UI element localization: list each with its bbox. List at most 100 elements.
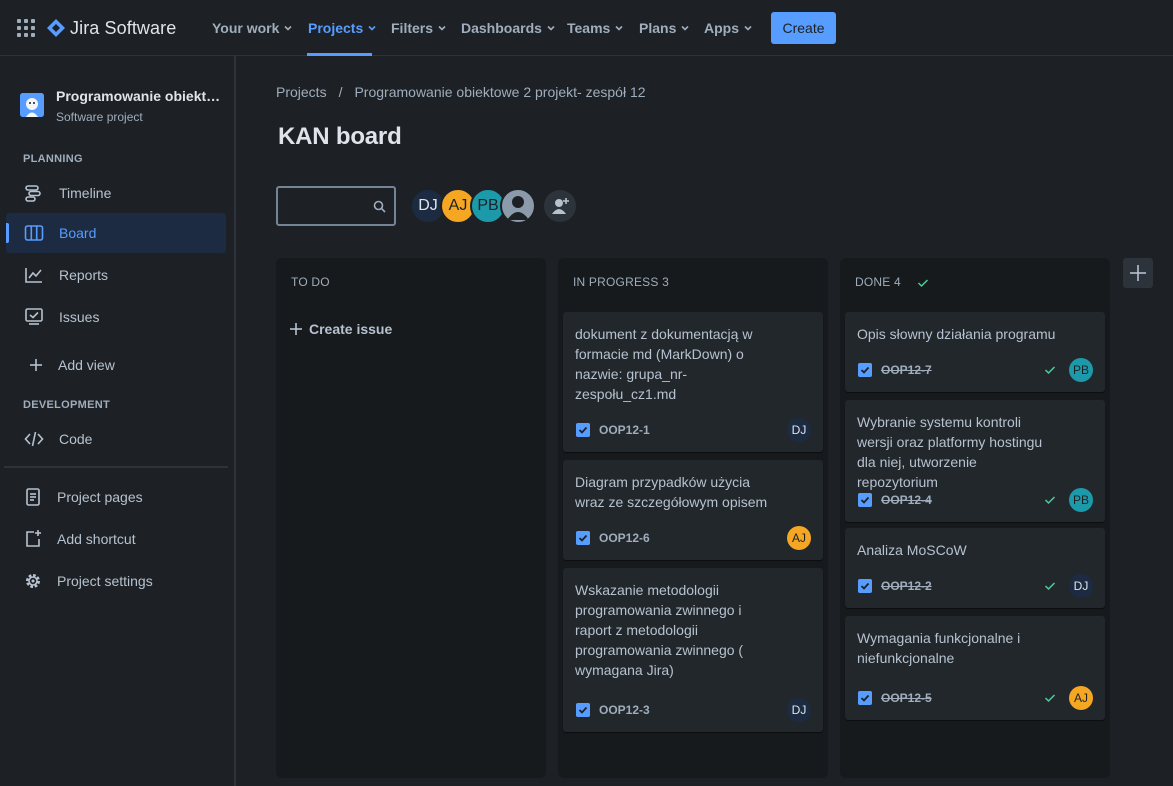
checkmark-icon	[1044, 694, 1056, 703]
assignee-avatar[interactable]: AJ	[1069, 686, 1093, 710]
sidebar-item-add-view[interactable]: Add view	[6, 345, 226, 385]
sidebar-item-label: Board	[59, 225, 97, 241]
sidebar-item-label: Issues	[59, 309, 100, 325]
chevron-down-icon	[547, 25, 555, 31]
page-icon	[26, 488, 40, 506]
issue-footer: OOP12-6 AJ	[575, 526, 811, 550]
top-navigation: Jira Software Your work Projects Filters…	[0, 0, 1173, 56]
board-search[interactable]	[276, 186, 396, 226]
create-issue-button[interactable]: Create issue	[290, 321, 392, 337]
nav-projects[interactable]: Projects	[308, 18, 376, 38]
chevron-down-icon	[681, 25, 689, 31]
nav-plans[interactable]: Plans	[639, 18, 689, 38]
gear-icon	[26, 574, 40, 588]
avatar-initials: DJ	[418, 197, 438, 214]
column-in-progress: IN PROGRESS 3 dokument z dokumentacją w …	[558, 258, 828, 778]
nav-your-work[interactable]: Your work	[212, 18, 292, 38]
nav-teams[interactable]: Teams	[567, 18, 623, 38]
add-person-icon	[552, 198, 569, 214]
issue-key[interactable]: OOP12-2	[881, 578, 932, 594]
assignee-avatar[interactable]: DJ	[1069, 574, 1093, 598]
nav-label: Plans	[639, 20, 677, 36]
issue-summary: Wymagania funkcjonalne i niefunkcjonalne	[857, 630, 1021, 666]
task-type-icon	[576, 531, 590, 545]
sidebar-item-issues[interactable]: Issues	[6, 297, 226, 337]
assignee-avatar[interactable]: PB	[1069, 358, 1093, 382]
sidebar-item-board[interactable]: Board	[6, 213, 226, 253]
issue-footer: OOP12-3 DJ	[575, 698, 811, 722]
nav-label: Apps	[704, 20, 739, 36]
code-icon	[24, 431, 44, 447]
board-icon	[24, 225, 44, 241]
task-type-icon	[858, 691, 872, 705]
issue-key[interactable]: OOP12-3	[599, 702, 650, 718]
issue-footer: OOP12-1 DJ	[575, 418, 811, 442]
issue-card[interactable]: Wymagania funkcjonalne i niefunkcjonalne…	[845, 616, 1105, 720]
project-type: Software project	[56, 110, 143, 124]
avatar-filter-unassigned[interactable]	[500, 188, 536, 224]
issue-card[interactable]: Opis słowny działania programu OOP12-7 P…	[845, 312, 1105, 392]
issue-key[interactable]: OOP12-6	[599, 530, 650, 546]
plus-icon	[1130, 265, 1146, 281]
column-title: IN PROGRESS 3	[573, 275, 669, 289]
column-done: DONE 4 Opis słowny działania programu OO…	[840, 258, 1110, 778]
planning-section-label: PLANNING	[23, 153, 83, 165]
issue-footer: OOP12-5 AJ	[857, 686, 1093, 710]
issue-key[interactable]: OOP12-1	[599, 422, 650, 438]
active-nav-indicator	[307, 53, 372, 56]
project-name[interactable]: Programowanie obiektowe 2 projekt- zespó…	[56, 88, 226, 104]
issue-card[interactable]: Wskazanie metodologii programowania zwin…	[563, 568, 823, 732]
issue-card[interactable]: Wybranie systemu kontroli wersji oraz pl…	[845, 400, 1105, 522]
jira-logo-icon	[47, 19, 65, 37]
nav-label: Dashboards	[461, 20, 542, 36]
breadcrumb-separator: /	[338, 84, 343, 100]
issue-footer: OOP12-7 PB	[857, 358, 1093, 382]
column-title: DONE 4	[855, 275, 901, 289]
sidebar-item-project-pages[interactable]: Project pages	[6, 477, 226, 517]
task-type-icon	[858, 579, 872, 593]
add-people-button[interactable]	[544, 190, 576, 222]
sidebar-item-code[interactable]: Code	[6, 419, 226, 459]
timeline-icon	[25, 185, 41, 202]
sidebar-item-project-settings[interactable]: Project settings	[6, 561, 226, 601]
chevron-down-icon	[438, 25, 446, 31]
sidebar-item-reports[interactable]: Reports	[6, 255, 226, 295]
nav-dashboards[interactable]: Dashboards	[461, 18, 555, 38]
add-column-button[interactable]	[1123, 258, 1153, 288]
breadcrumb-project[interactable]: Programowanie obiektowe 2 projekt- zespó…	[354, 84, 645, 100]
person-icon	[507, 196, 529, 220]
issue-card[interactable]: dokument z dokumentacją w formacie md (M…	[563, 312, 823, 452]
assignee-avatar[interactable]: PB	[1069, 488, 1093, 512]
issue-footer: OOP12-4 PB	[857, 488, 1093, 512]
issue-summary: Wskazanie metodologii programowania zwin…	[575, 582, 744, 678]
project-avatar[interactable]	[20, 93, 44, 117]
search-input[interactable]	[284, 196, 364, 212]
jira-logo[interactable]: Jira Software	[47, 16, 176, 40]
issue-card[interactable]: Analiza MoSCoW OOP12-2 DJ	[845, 528, 1105, 608]
sidebar-item-timeline[interactable]: Timeline	[6, 173, 226, 213]
sidebar-item-add-shortcut[interactable]: Add shortcut	[6, 519, 226, 559]
task-type-icon	[858, 493, 872, 507]
task-type-icon	[576, 423, 590, 437]
nav-filters[interactable]: Filters	[391, 18, 446, 38]
issue-key[interactable]: OOP12-7	[881, 362, 932, 378]
issue-summary: Diagram przypadków użycia wraz ze szczeg…	[575, 474, 768, 510]
sidebar-item-label: Reports	[59, 267, 109, 283]
plus-icon	[290, 323, 302, 335]
issue-card[interactable]: Diagram przypadków użycia wraz ze szczeg…	[563, 460, 823, 560]
create-issue-label: Create issue	[309, 321, 393, 337]
issues-icon	[25, 308, 43, 325]
sidebar-item-label: Add shortcut	[57, 531, 136, 547]
create-button[interactable]: Create	[771, 12, 836, 44]
sidebar-item-label: Project pages	[57, 489, 143, 505]
issue-key[interactable]: OOP12-4	[881, 492, 932, 508]
app-switcher-icon[interactable]	[17, 19, 35, 37]
breadcrumb-projects[interactable]: Projects	[276, 84, 327, 100]
assignee-avatar[interactable]: DJ	[787, 698, 811, 722]
page-title: KAN board	[278, 123, 402, 150]
assignee-avatar[interactable]: DJ	[787, 418, 811, 442]
issue-key[interactable]: OOP12-5	[881, 690, 932, 706]
assignee-avatar[interactable]: AJ	[787, 526, 811, 550]
nav-apps[interactable]: Apps	[704, 18, 752, 38]
project-avatar-icon	[20, 93, 44, 117]
